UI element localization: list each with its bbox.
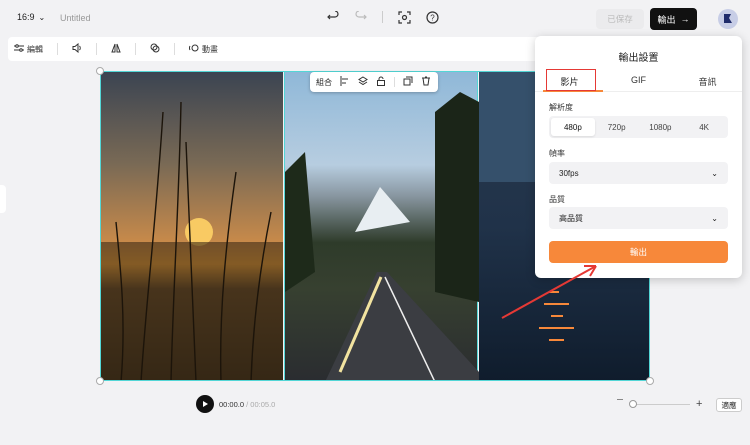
volume-button[interactable]: [72, 42, 82, 55]
layers-icon[interactable]: [358, 76, 368, 88]
zoom-slider-handle[interactable]: [629, 400, 637, 408]
top-bar: 16:9 ⌄ Untitled ? 已保存 輸出 →: [0, 0, 750, 36]
aspect-ratio-dropdown[interactable]: 16:9 ⌄: [17, 12, 45, 22]
opacity-button[interactable]: [150, 43, 160, 55]
resize-handle-bottom-left[interactable]: [96, 377, 104, 385]
opacity-icon: [150, 43, 160, 55]
aspect-ratio-label: 16:9: [17, 12, 35, 22]
current-time: 00:00.0: [219, 400, 245, 409]
zoom-out-icon[interactable]: [617, 399, 623, 400]
divider: [96, 43, 97, 55]
chevron-down-icon: ⌄: [38, 12, 46, 22]
resolution-label: 解析度: [549, 103, 573, 112]
resolution-option-480p[interactable]: 480p: [551, 118, 595, 136]
mountain-road-image[interactable]: [284, 72, 479, 380]
align-icon[interactable]: [340, 76, 350, 88]
zoom-slider[interactable]: [630, 404, 690, 405]
framerate-label: 幀率: [549, 149, 565, 158]
sunset-grass-image[interactable]: [101, 72, 283, 380]
help-icon[interactable]: ?: [425, 10, 439, 24]
resolution-option-1080p[interactable]: 1080p: [639, 118, 683, 136]
play-button[interactable]: [196, 395, 214, 413]
divider: [394, 77, 395, 87]
export-settings-panel: 輸出設置 影片 GIF 音訊 解析度 480p 720p 1080p 4K 幀率…: [535, 36, 742, 278]
side-panel-toggle[interactable]: [0, 185, 6, 213]
edit-toolbar: 編輯 動畫: [8, 37, 548, 61]
animation-label: 動畫: [202, 44, 218, 54]
lock-icon[interactable]: [376, 76, 386, 88]
arrow-right-icon: →: [680, 14, 690, 24]
playback-time: 00:00.0 / 00:05.0: [219, 400, 275, 409]
zoom-in-icon[interactable]: +: [696, 398, 702, 410]
resolution-option-720p[interactable]: 720p: [595, 118, 639, 136]
resize-handle-bottom-right[interactable]: [646, 377, 654, 385]
divider: [57, 43, 58, 55]
avatar[interactable]: [718, 9, 738, 29]
play-icon: [203, 401, 208, 407]
quality-value: 高品質: [559, 213, 583, 223]
total-time: 00:05.0: [250, 400, 276, 409]
chevron-down-icon: ⌄: [711, 213, 718, 223]
history-toolbar: ?: [326, 10, 439, 24]
flip-icon: [111, 43, 121, 55]
svg-text:?: ?: [430, 13, 435, 22]
confirm-export-button[interactable]: 輸出: [549, 241, 728, 263]
chevron-down-icon: ⌄: [711, 168, 718, 178]
flip-button[interactable]: [111, 43, 121, 55]
tab-gif[interactable]: GIF: [604, 70, 673, 91]
edit-label: 編輯: [27, 44, 43, 54]
framerate-select[interactable]: 30fps ⌄: [549, 162, 728, 184]
quality-select[interactable]: 高品質 ⌄: [549, 207, 728, 229]
speaker-icon: [72, 42, 82, 55]
export-button[interactable]: 輸出 →: [650, 8, 697, 30]
animation-button[interactable]: 動畫: [188, 43, 218, 55]
fit-button[interactable]: 適應: [716, 398, 742, 412]
duplicate-icon[interactable]: [403, 76, 413, 88]
undo-icon[interactable]: [326, 10, 340, 24]
group-button[interactable]: 組合: [316, 77, 332, 88]
export-button-label: 輸出: [657, 14, 676, 25]
resize-handle-top-left[interactable]: [96, 67, 104, 75]
quality-label: 品質: [549, 195, 565, 204]
trash-icon[interactable]: [421, 76, 431, 88]
resolution-selector: 480p 720p 1080p 4K: [549, 116, 728, 138]
divider: [135, 43, 136, 55]
redo-icon[interactable]: [354, 10, 368, 24]
edit-button[interactable]: 編輯: [14, 43, 43, 55]
screenshot-icon[interactable]: [397, 10, 411, 24]
divider: [174, 43, 175, 55]
document-title[interactable]: Untitled: [60, 13, 91, 23]
framerate-value: 30fps: [559, 168, 579, 178]
saved-status-button[interactable]: 已保存: [596, 9, 644, 29]
sliders-icon: [14, 43, 24, 55]
annotation-highlight-box: [546, 69, 596, 91]
animation-icon: [188, 43, 199, 55]
selection-toolbar: 組合: [310, 72, 438, 92]
export-panel-title: 輸出設置: [618, 53, 659, 64]
tab-audio[interactable]: 音訊: [673, 70, 742, 91]
resolution-option-4k[interactable]: 4K: [682, 118, 726, 136]
divider: [382, 11, 383, 23]
